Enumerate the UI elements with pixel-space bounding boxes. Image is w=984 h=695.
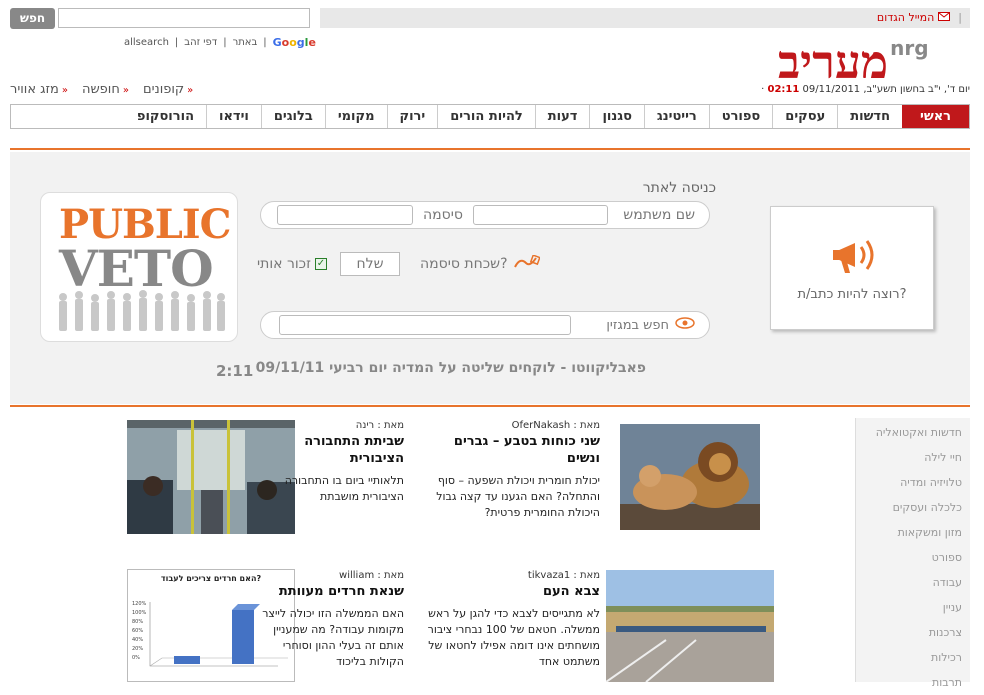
search-options: allsearch | דפי זהב | באתר | Google <box>124 36 316 49</box>
search-option-google[interactable]: Google <box>273 36 316 49</box>
headline-text[interactable]: פאבליקווטו - לוקחים שליטה על המדיה יום ר… <box>256 360 646 376</box>
divider <box>10 148 970 150</box>
sidebar-item-news[interactable]: חדשות ואקטואליה <box>856 420 970 445</box>
sidebar-item-gossip[interactable]: רכילות <box>856 645 970 670</box>
send-button[interactable]: שלח <box>340 252 400 276</box>
public-veto-logo[interactable]: PUBLIC VETO <box>40 192 238 342</box>
username-field[interactable] <box>473 205 608 225</box>
search-option-site[interactable]: באתר <box>233 37 258 48</box>
logo-maariv: מעריב <box>778 35 889 89</box>
envelope-icon <box>938 11 951 24</box>
top-bar: המייל הגדום | <box>320 8 970 28</box>
article-image-soldiers[interactable] <box>606 570 774 682</box>
sidebar-item-tv-media[interactable]: טלויזיה ומדיה <box>856 470 970 495</box>
article-excerpt: יכולת חומרית ויכולת השפעה – סוף והתחלה? … <box>436 474 600 519</box>
author-name: william <box>339 570 375 581</box>
nav-item-green[interactable]: ירוק <box>386 105 438 128</box>
site-logo[interactable]: מעריב nrg <box>778 35 929 89</box>
logo-nrg: nrg <box>890 36 929 60</box>
headline-time: 2:11 <box>216 362 254 380</box>
eye-icon <box>675 317 695 333</box>
sidebar-item-consumer[interactable]: צרכנות <box>856 620 970 645</box>
divider: | <box>223 37 227 48</box>
login-title: כניסה לאתר <box>642 180 716 196</box>
quick-link-vacation[interactable]: חופשה» <box>82 82 129 97</box>
become-writer-box[interactable]: רוצה להיות כתב/ת? <box>770 206 934 330</box>
clock-time: 02:11 <box>767 84 800 95</box>
nav-item-rating[interactable]: רייטינג <box>643 105 709 128</box>
article-excerpt: האם הממשלה הזו יכולה לייצר מקומות עבודה?… <box>262 607 404 668</box>
nav-item-parenting[interactable]: להיות הורים <box>437 105 535 128</box>
forgot-password-link[interactable]: שכחת סיסמה? <box>420 254 541 273</box>
login-form: שם משתמש סיסמה <box>260 201 710 229</box>
mail-link[interactable]: המייל הגדום | <box>877 11 962 24</box>
nav-item-horoscope[interactable]: הורוסקופ <box>125 105 206 128</box>
article-excerpt: תלאותיי ביום בו התחבורה הציבורית מושבתת <box>284 474 404 503</box>
nav-item-blogs[interactable]: בלוגים <box>260 105 325 128</box>
mail-label[interactable]: המייל הגדום <box>877 11 934 24</box>
magazine-search-input[interactable] <box>279 315 571 335</box>
sidebar-item-food[interactable]: מזון ומשקאות <box>856 520 970 545</box>
search-option-dapei-zahav[interactable]: דפי זהב <box>184 37 217 48</box>
nav-item-video[interactable]: וידאו <box>206 105 261 128</box>
divider: | <box>174 37 179 48</box>
author-name: OferNakash <box>511 420 571 431</box>
date-line: · יום ד', י"ב בחשון תשע"ב, 09/11/2011 02… <box>761 84 970 95</box>
password-field[interactable] <box>277 205 413 225</box>
become-writer-label: רוצה להיות כתב/ת? <box>797 287 907 302</box>
article-excerpt: לא מתגייסים לצבא כדי להגן על ראש ממשלה. … <box>427 607 600 668</box>
article-card[interactable]: מאת : tikvaza1 צבא העם לא מתגייסים לצבא … <box>420 570 600 670</box>
sidebar-item-nightlife[interactable]: חיי לילה <box>856 445 970 470</box>
author-name: רינה <box>355 420 375 431</box>
megaphone-icon <box>833 240 874 273</box>
quick-links: מזג אוויר» חופשה» קופונים» <box>10 82 193 97</box>
search-option-allsearch[interactable]: allsearch <box>124 37 169 48</box>
nav-item-opinions[interactable]: דעות <box>534 105 590 128</box>
quick-link-coupons[interactable]: קופונים» <box>143 82 193 97</box>
nav-item-sport[interactable]: ספורט <box>708 105 773 128</box>
article-card[interactable]: מאת : OferNakash שני כוחות בטבע – גברים … <box>420 420 600 521</box>
sidebar-item-culture[interactable]: תרבות <box>856 670 970 695</box>
category-sidebar: חדשות ואקטואליה חיי לילה טלויזיה ומדיה כ… <box>855 418 970 689</box>
article-title[interactable]: שנאת חרדים מעוותת <box>248 583 404 600</box>
nav-item-business[interactable]: עסקים <box>772 105 837 128</box>
remember-checkbox[interactable]: ✓ <box>314 258 327 270</box>
author-name: tikvaza1 <box>527 570 571 581</box>
magazine-search-label: חפש במגזין <box>606 317 695 333</box>
sidebar-item-work[interactable]: עבודה <box>856 570 970 595</box>
main-nav: ראשי חדשות עסקים ספורט רייטינג סגנון דעו… <box>10 104 970 129</box>
article-title[interactable]: שביתת התחבורה הציבורית <box>248 433 404 467</box>
article-card[interactable]: מאת : רינה שביתת התחבורה הציבורית תלאותי… <box>248 420 404 505</box>
sidebar-item-sport[interactable]: ספורט <box>856 545 970 570</box>
crowd-silhouette-icon <box>59 290 225 331</box>
nav-item-home[interactable]: ראשי <box>902 105 969 128</box>
article-title[interactable]: צבא העם <box>420 583 600 600</box>
divider <box>10 405 970 407</box>
sidebar-item-economy[interactable]: כלכלה ועסקים <box>856 495 970 520</box>
article-card[interactable]: מאת : william שנאת חרדים מעוותת האם הממש… <box>248 570 404 670</box>
article-title[interactable]: שני כוחות בטבע – גברים ונשים <box>420 433 600 467</box>
article-image-lions[interactable] <box>620 424 760 530</box>
search-button[interactable]: חפש <box>10 8 55 29</box>
remember-me[interactable]: זכור אותי ✓ <box>257 256 327 272</box>
search-input[interactable] <box>58 8 310 28</box>
quick-link-weather[interactable]: מזג אוויר» <box>10 82 68 97</box>
sidebar-item-interest[interactable]: עניין <box>856 595 970 620</box>
pencil-icon <box>513 254 541 273</box>
nav-item-local[interactable]: מקומי <box>324 105 387 128</box>
username-label: שם משתמש <box>623 207 695 223</box>
nav-item-news[interactable]: חדשות <box>837 105 902 128</box>
password-label: סיסמה <box>423 207 463 223</box>
nav-item-style[interactable]: סגנון <box>589 105 643 128</box>
divider: | <box>958 11 962 24</box>
magazine-search: חפש במגזין <box>260 311 710 339</box>
divider: | <box>263 37 267 48</box>
